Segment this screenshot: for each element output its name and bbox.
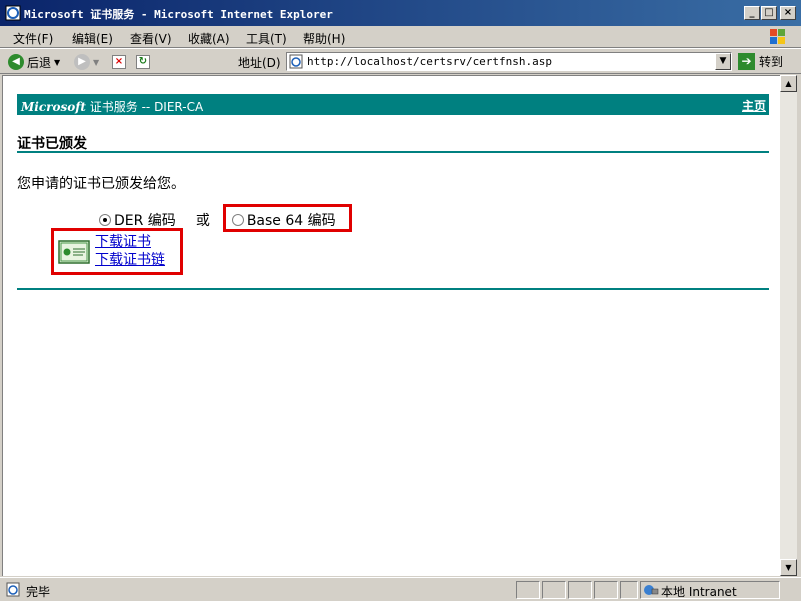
home-link[interactable]: 主页 xyxy=(742,97,766,114)
window-titlebar: Microsoft 证书服务 - Microsoft Internet Expl… xyxy=(0,0,801,26)
windows-logo-icon xyxy=(770,29,785,44)
go-button[interactable]: ➔ 转到 xyxy=(738,53,783,70)
status-segment-3 xyxy=(568,581,592,599)
forward-button[interactable]: ▶ ▼ xyxy=(74,53,99,71)
cert-services-banner: Microsoft 证书服务 -- DIER-CA 主页 xyxy=(17,94,769,115)
status-segment-2 xyxy=(542,581,566,599)
address-dropdown-icon[interactable]: ▼ xyxy=(715,53,731,70)
forward-arrow-icon: ▶ xyxy=(74,54,90,70)
or-label: 或 xyxy=(195,213,210,229)
download-highlight-box xyxy=(51,228,183,275)
refresh-icon: ↻ xyxy=(136,55,150,69)
vertical-scrollbar[interactable]: ▲ ▼ xyxy=(780,75,797,576)
status-segment-5 xyxy=(620,581,638,599)
page-icon xyxy=(289,54,303,69)
bottom-divider xyxy=(17,288,769,290)
title-divider xyxy=(17,151,769,153)
forward-dropdown-icon[interactable]: ▼ xyxy=(93,58,99,67)
intranet-icon xyxy=(644,585,659,595)
menu-edit[interactable]: 编辑(E) xyxy=(72,30,113,47)
brand-microsoft: Microsoft xyxy=(21,100,86,114)
refresh-button[interactable]: ↻ xyxy=(136,53,150,71)
scroll-down-icon[interactable]: ▼ xyxy=(780,559,797,576)
back-arrow-icon: ◀ xyxy=(8,54,24,70)
stop-button[interactable]: × xyxy=(112,53,126,71)
status-bar: 完毕 本地 Intranet xyxy=(0,577,801,601)
page-viewport: Microsoft 证书服务 -- DIER-CA 主页 证书已颁发 您申请的证… xyxy=(2,75,780,576)
back-label: 后退 xyxy=(27,55,52,70)
window-title: Microsoft 证书服务 - Microsoft Internet Expl… xyxy=(24,8,333,21)
minimize-button[interactable]: _ xyxy=(744,6,760,20)
menu-view[interactable]: 查看(V) xyxy=(130,30,172,47)
back-dropdown-icon[interactable]: ▼ xyxy=(54,58,60,67)
go-arrow-icon: ➔ xyxy=(738,53,755,70)
base64-highlight-box xyxy=(223,204,352,232)
go-label: 转到 xyxy=(759,55,784,69)
issued-message: 您申请的证书已颁发给您。 xyxy=(17,176,185,192)
status-segment-4 xyxy=(594,581,618,599)
banner-brand: Microsoft 证书服务 -- DIER-CA xyxy=(21,98,203,115)
close-button[interactable]: × xyxy=(780,6,796,20)
address-label: 地址(D) xyxy=(238,56,281,70)
menu-file[interactable]: 文件(F) xyxy=(13,30,53,47)
scroll-up-icon[interactable]: ▲ xyxy=(780,75,797,92)
der-radio[interactable] xyxy=(99,214,111,226)
page-done-icon xyxy=(6,582,20,597)
toolbar: ◀ 后退 ▼ ▶ ▼ × ↻ 地址(D) http://localhost/ce… xyxy=(0,48,801,74)
page-title: 证书已颁发 xyxy=(17,136,87,152)
address-input[interactable]: http://localhost/certsrv/certfnsh.asp ▼ xyxy=(286,52,732,71)
back-button[interactable]: ◀ 后退 ▼ xyxy=(8,53,60,71)
menu-tools[interactable]: 工具(T) xyxy=(246,30,287,47)
stop-icon: × xyxy=(112,55,126,69)
ie-page-icon xyxy=(5,5,21,21)
menu-help[interactable]: 帮助(H) xyxy=(303,30,345,47)
zone-panel: 本地 Intranet xyxy=(640,581,780,599)
menu-favorites[interactable]: 收藏(A) xyxy=(188,30,230,47)
status-segment-1 xyxy=(516,581,540,599)
menu-bar: 文件(F) 编辑(E) 查看(V) 收藏(A) 工具(T) 帮助(H) xyxy=(0,26,801,48)
address-value: http://localhost/certsrv/certfnsh.asp xyxy=(307,55,553,68)
brand-service: 证书服务 -- DIER-CA xyxy=(89,100,204,114)
status-text: 完毕 xyxy=(26,585,51,599)
der-label: DER 编码 xyxy=(114,213,176,229)
zone-text: 本地 Intranet xyxy=(661,585,737,599)
maximize-button[interactable]: □ xyxy=(761,6,777,20)
